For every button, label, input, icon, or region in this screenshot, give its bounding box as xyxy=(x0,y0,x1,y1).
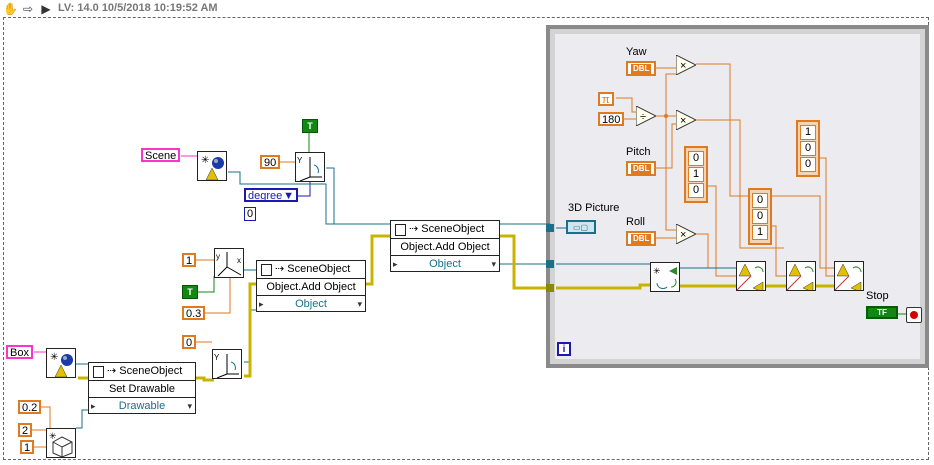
node-class-label: ⇢ SceneObject xyxy=(391,221,499,239)
axis-array-001[interactable]: 0 0 1 xyxy=(748,188,772,245)
array-element: 0 xyxy=(752,209,768,224)
array-element: 0 xyxy=(688,151,704,166)
yaw-label: Yaw xyxy=(626,46,647,58)
translate-object-icon[interactable]: yx xyxy=(214,248,244,278)
svg-text:y: y xyxy=(216,252,220,261)
svg-text:Y: Y xyxy=(297,156,303,165)
svg-text:✳: ✳ xyxy=(201,155,209,166)
array-element: 0 xyxy=(800,157,816,172)
pitch-control[interactable]: DBL xyxy=(626,161,656,176)
roll-control[interactable]: DBL xyxy=(626,231,656,246)
bool-true-constant-a[interactable]: T xyxy=(302,119,318,133)
clear-transform-icon[interactable]: ✳ xyxy=(650,262,680,292)
3d-picture-terminal[interactable]: ▭▢ xyxy=(566,220,596,234)
pi-constant[interactable]: π xyxy=(598,92,614,106)
scene-string-constant[interactable]: Scene xyxy=(141,148,181,162)
zero-constant[interactable]: 0 xyxy=(182,335,197,349)
axis-array-010[interactable]: 0 1 0 xyxy=(684,146,708,203)
rotate-axis-icon-2[interactable] xyxy=(786,261,816,291)
add-object-node-2[interactable]: ⇢ SceneObject Object.Add Object Object xyxy=(256,260,366,312)
node-param-label[interactable]: Drawable xyxy=(89,398,195,414)
node-method-label: Object.Add Object xyxy=(391,239,499,256)
svg-text:✳: ✳ xyxy=(49,431,57,441)
picture-label: 3D Picture xyxy=(568,202,620,214)
add-object-node-1[interactable]: ⇢ SceneObject Object.Add Object Object xyxy=(390,220,500,272)
divide-icon[interactable]: ÷ xyxy=(636,106,656,126)
degree-enum-index: 0 xyxy=(244,207,257,221)
dbl-tag: DBL xyxy=(631,64,652,74)
point3-constant[interactable]: 0.3 xyxy=(182,306,206,320)
point2-constant[interactable]: 0.2 xyxy=(18,400,42,414)
iteration-terminal: i xyxy=(557,342,571,356)
svg-text:×: × xyxy=(680,115,686,127)
rotate-object-icon-2[interactable]: Y xyxy=(212,349,242,379)
stop-condition-icon[interactable] xyxy=(906,307,922,323)
svg-text:×: × xyxy=(680,60,686,72)
degree-enum-value: degree xyxy=(248,190,283,202)
array-element: 0 xyxy=(800,141,816,156)
node-param-label[interactable]: Object xyxy=(257,296,365,312)
axis-array-100[interactable]: 1 0 0 xyxy=(796,120,820,177)
dbl-tag: DBL xyxy=(631,234,652,244)
two-constant[interactable]: 2 xyxy=(18,423,33,437)
multiply-icon-yaw[interactable]: × xyxy=(676,55,696,75)
node-class-label: ⇢ SceneObject xyxy=(257,261,365,279)
create-object-icon-box[interactable]: ✳ xyxy=(46,348,76,378)
create-object-icon[interactable]: ✳ xyxy=(197,151,227,181)
node-class-label: ⇢ SceneObject xyxy=(89,363,195,381)
node-param-label[interactable]: Object xyxy=(391,256,499,272)
node-method-label: Set Drawable xyxy=(89,381,195,398)
array-element: 0 xyxy=(752,193,768,208)
node-method-label: Object.Add Object xyxy=(257,279,365,296)
array-element: 1 xyxy=(800,125,816,140)
svg-text:Y: Y xyxy=(214,353,220,362)
one-constant[interactable]: 1 xyxy=(182,253,197,267)
stop-indicator[interactable]: TF xyxy=(866,306,898,319)
pitch-label: Pitch xyxy=(626,146,651,158)
degree-enum-constant[interactable]: degree ▼ xyxy=(244,188,298,202)
create-box-icon[interactable]: ✳ xyxy=(46,428,76,458)
dbl-tag: DBL xyxy=(631,164,652,174)
dropdown-arrow-icon: ▼ xyxy=(283,190,294,202)
roll-label: Roll xyxy=(626,216,645,228)
array-element: 0 xyxy=(688,183,704,198)
stop-label: Stop xyxy=(866,290,889,302)
angle-90-constant[interactable]: 90 xyxy=(260,155,281,169)
yaw-control[interactable]: DBL xyxy=(626,61,656,76)
multiply-icon-roll[interactable]: × xyxy=(676,224,696,244)
svg-text:✳: ✳ xyxy=(50,352,58,363)
rotate-axis-icon-3[interactable] xyxy=(834,261,864,291)
one-b-constant[interactable]: 1 xyxy=(20,440,35,454)
rotate-axis-icon-1[interactable] xyxy=(736,261,766,291)
bool-true-constant-b[interactable]: T xyxy=(182,285,198,299)
svg-text:÷: ÷ xyxy=(640,111,646,123)
svg-text:x: x xyxy=(237,256,241,265)
svg-text:✳: ✳ xyxy=(653,266,661,276)
set-drawable-node[interactable]: ⇢ SceneObject Set Drawable Drawable xyxy=(88,362,196,414)
one-eighty-constant[interactable]: 180 xyxy=(598,112,625,126)
svg-text:×: × xyxy=(680,229,686,241)
box-string-constant[interactable]: Box xyxy=(6,345,33,359)
multiply-icon-pitch[interactable]: × xyxy=(676,110,696,130)
array-element: 1 xyxy=(752,225,768,240)
rotate-object-icon[interactable]: Y xyxy=(295,152,325,182)
array-element: 1 xyxy=(688,167,704,182)
